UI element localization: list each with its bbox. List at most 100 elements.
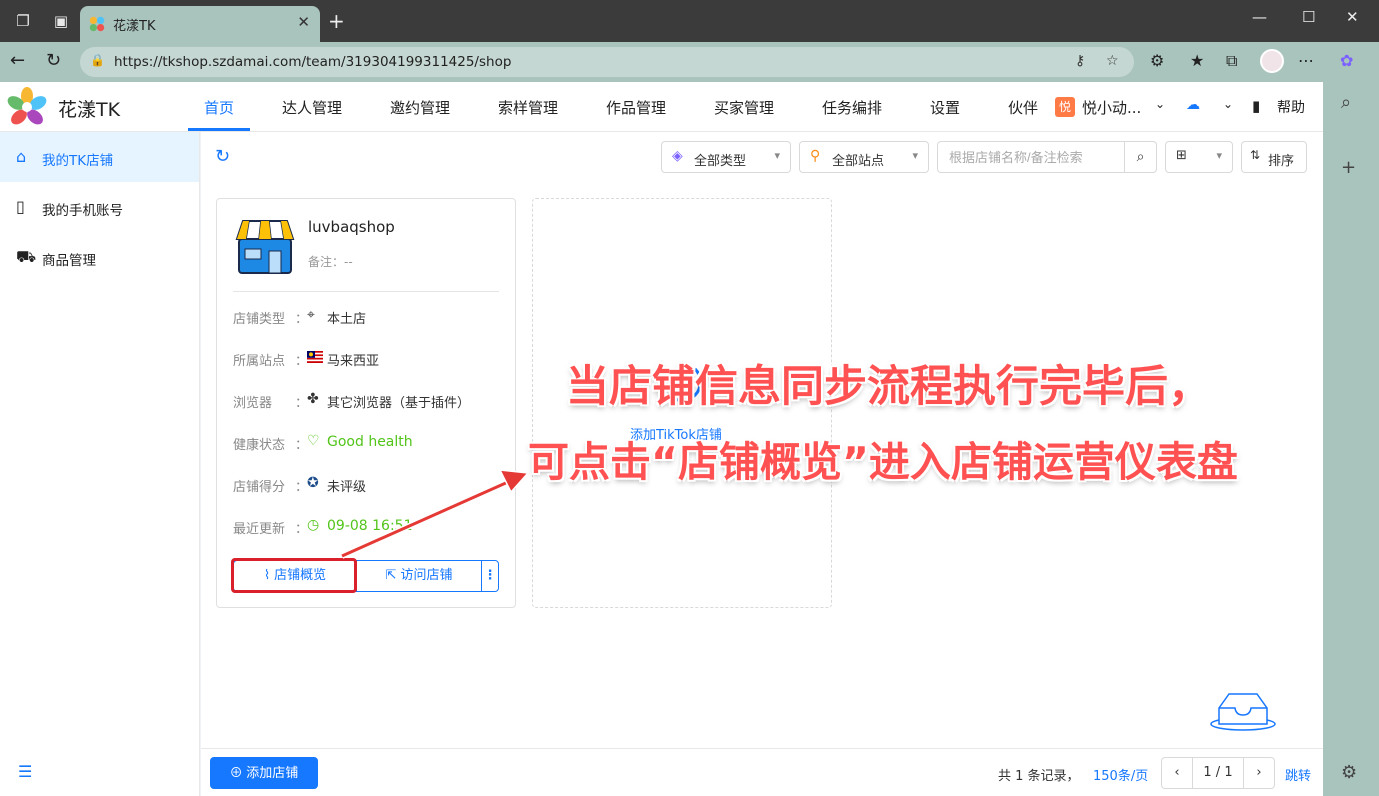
shop-search: ⌕	[937, 141, 1157, 173]
chevron-down-icon[interactable]: ⌄	[1155, 97, 1165, 111]
type-filter-value: 全部类型	[694, 154, 747, 169]
close-window-icon[interactable]: ✕	[1346, 8, 1359, 26]
badge-icon: ✪	[307, 475, 319, 491]
layers-icon: ◈	[672, 148, 683, 164]
reload-icon[interactable]: ↻	[46, 50, 61, 71]
cloud-icon[interactable]: ☁	[1186, 97, 1200, 113]
location-person-icon: ⚲	[810, 148, 821, 164]
brand-name: 花漾TK	[58, 99, 121, 121]
sidebar-item-label: 商品管理	[42, 253, 96, 269]
sidebar-item-phone-accounts[interactable]: ▯ 我的手机账号	[0, 182, 199, 232]
overview-highlight-box	[231, 558, 357, 593]
extensions-icon[interactable]: ⚙	[1150, 51, 1164, 70]
info-value: 本土店	[327, 312, 367, 327]
favorites-icon[interactable]: ★	[1190, 51, 1204, 70]
visit-shop-button[interactable]: ⇱ 访问店铺	[356, 560, 482, 592]
nav-home[interactable]: 首页	[204, 97, 234, 118]
browser-side-rail: ⌕ + ⚙	[1323, 82, 1379, 796]
minimize-icon[interactable]: —	[1252, 8, 1267, 26]
info-row-score: 店铺得分 ： ✪ 未评级	[233, 474, 503, 495]
tab-actions-icon[interactable]: ▣	[50, 10, 72, 32]
shop-card: luvbaqshop 备注：-- 店铺类型 ： ⌖ 本土店 所属站点 ： 马来西…	[216, 198, 516, 608]
info-value: Good health	[327, 434, 413, 450]
info-value: 09-08 16:51	[327, 518, 413, 534]
nav-creators[interactable]: 达人管理	[282, 97, 342, 118]
info-key: 最近更新	[233, 522, 286, 537]
team-switcher[interactable]: 悦小动...	[1082, 97, 1141, 118]
profile-avatar[interactable]	[1260, 49, 1284, 73]
info-key: 店铺得分	[233, 480, 286, 495]
footer-bar: ⊕ 添加店铺 共 1 条记录， 150条/页 ‹ 1 / 1 › 跳转	[201, 748, 1323, 796]
page-indicator[interactable]: 1 / 1	[1192, 757, 1244, 789]
nav-samples[interactable]: 索样管理	[498, 97, 558, 118]
search-icon[interactable]: ⌕	[1124, 142, 1156, 172]
close-tab-icon[interactable]: ✕	[297, 13, 310, 31]
chevron-down-icon: ▾	[774, 149, 780, 162]
next-page-icon[interactable]: ›	[1243, 757, 1275, 789]
more-icon[interactable]: ⋯	[1298, 51, 1314, 70]
sort-button[interactable]: ⇅ 排序	[1241, 141, 1307, 173]
site-filter-value: 全部站点	[832, 154, 885, 169]
view-mode-select[interactable]: ⊞ ▾	[1165, 141, 1233, 173]
info-row-browser: 浏览器 ： ✤ 其它浏览器（基于插件）	[233, 390, 503, 411]
chevron-down-icon[interactable]: ⌄	[1223, 97, 1233, 111]
refresh-icon[interactable]: ↻	[215, 146, 230, 167]
nav-tasks[interactable]: 任务编排	[822, 97, 882, 118]
annotation-line-1: 当店铺信息同步流程执行完毕后，	[566, 362, 1211, 412]
left-sidebar: ⌂ 我的TK店铺 ▯ 我的手机账号 ⛟ 商品管理 ☰	[0, 132, 200, 796]
sort-icon: ⇅	[1250, 148, 1261, 162]
location-pin-icon: ⌖	[307, 307, 315, 323]
info-key: 浏览器	[233, 396, 273, 411]
prev-page-icon[interactable]: ‹	[1161, 757, 1193, 789]
chevron-down-icon: ▾	[1216, 149, 1222, 162]
jump-link[interactable]: 跳转	[1285, 765, 1311, 784]
nav-works[interactable]: 作品管理	[606, 97, 666, 118]
search-input[interactable]	[938, 142, 1124, 172]
nav-partners[interactable]: 伙伴	[1008, 97, 1038, 118]
info-row-shop-type: 店铺类型 ： ⌖ 本土店	[233, 306, 503, 327]
nav-settings[interactable]: 设置	[930, 97, 960, 118]
page-size-select[interactable]: 150条/页	[1093, 765, 1148, 784]
info-key: 店铺类型	[233, 312, 286, 327]
chevron-down-icon: ▾	[912, 149, 918, 162]
nav-invitations[interactable]: 邀约管理	[390, 97, 450, 118]
plus-circle-icon: ⊕	[229, 765, 247, 780]
address-bar: ← ↻ 🔒 https://tkshop.szdamai.com/team/31…	[0, 42, 1379, 82]
add-shop-button[interactable]: ⊕ 添加店铺	[210, 757, 318, 789]
phone-icon: ▯	[16, 197, 25, 216]
info-key: 健康状态	[233, 438, 286, 453]
shop-remark: 备注：--	[308, 255, 353, 269]
book-icon[interactable]: ▮	[1252, 97, 1260, 115]
favorite-star-icon[interactable]: ☆	[1106, 53, 1119, 69]
new-tab-icon[interactable]: +	[328, 9, 345, 33]
type-filter-select[interactable]: ◈ 全部类型 ▾	[661, 141, 791, 173]
info-row-site: 所属站点 ： 马来西亚	[233, 348, 503, 369]
sidebar-item-products[interactable]: ⛟ 商品管理	[0, 232, 199, 282]
site-filter-select[interactable]: ⚲ 全部站点 ▾	[799, 141, 929, 173]
help-link[interactable]: 帮助	[1277, 97, 1305, 117]
url-field[interactable]: 🔒 https://tkshop.szdamai.com/team/319304…	[80, 47, 1134, 77]
info-value: 马来西亚	[327, 354, 380, 369]
browser-tab[interactable]: 花漾TK ✕	[80, 6, 320, 42]
workspaces-icon[interactable]: ❐	[12, 10, 34, 32]
clock-icon: ◷	[307, 517, 320, 533]
collapse-sidebar-icon[interactable]: ☰	[18, 762, 32, 781]
total-records: 共 1 条记录，	[998, 769, 1080, 784]
search-sidebar-icon[interactable]: ⌕	[1341, 92, 1351, 113]
malaysia-flag-icon	[307, 351, 323, 363]
annotation-line-2: 可点击“店铺概览”进入店铺运营仪表盘	[528, 438, 1238, 486]
key-icon[interactable]: ⚷	[1075, 53, 1085, 69]
sidebar-item-label: 我的TK店铺	[42, 153, 114, 169]
copilot-icon[interactable]: ✿	[1340, 51, 1353, 70]
settings-gear-icon[interactable]: ⚙	[1341, 762, 1357, 783]
maximize-icon[interactable]: ☐	[1302, 8, 1315, 26]
back-icon[interactable]: ←	[10, 50, 25, 71]
nav-buyers[interactable]: 买家管理	[714, 97, 774, 118]
add-sidebar-icon[interactable]: +	[1341, 157, 1356, 178]
collections-icon[interactable]: ⧉	[1226, 51, 1237, 71]
sidebar-item-my-shops[interactable]: ⌂ 我的TK店铺	[0, 132, 199, 182]
tab-favicon-icon	[89, 16, 105, 32]
more-actions-icon[interactable]: ⋮	[481, 560, 499, 592]
divider	[233, 291, 499, 292]
info-row-health: 健康状态 ： ♡ Good health	[233, 432, 503, 453]
